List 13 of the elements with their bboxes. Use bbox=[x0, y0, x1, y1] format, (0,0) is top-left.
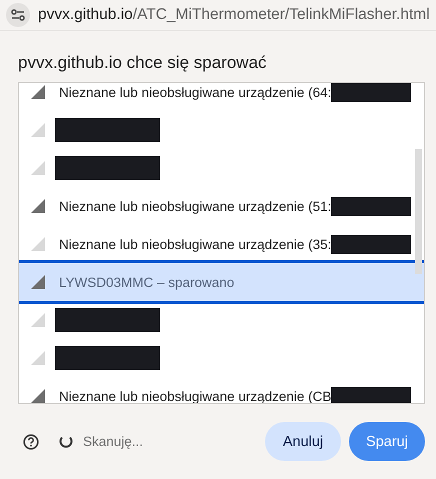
page-url: pvvx.github.io/ATC_MiThermometer/TelinkMiFlasher.html bbox=[38, 6, 430, 24]
device-item[interactable]: Nieznane lub nieobsługiwane urządzenie (51: bbox=[19, 187, 424, 225]
scrollbar-thumb[interactable] bbox=[415, 149, 422, 274]
device-item[interactable]: Nieznane lub nieobsługiwane urządzenie (64: bbox=[19, 83, 424, 111]
device-item[interactable]: Nieznane lub nieobsługiwane urządzenie (CB bbox=[19, 377, 424, 403]
scanning-status: Skanuję... bbox=[83, 434, 144, 449]
device-item[interactable]: Nieznane lub nieobsługiwane urządzenie (35: bbox=[19, 225, 424, 263]
device-item[interactable]: LYWSD03MMC – sparowano bbox=[19, 260, 424, 304]
dialog-title: pvvx.github.io chce się sparować bbox=[18, 53, 268, 73]
spinner-icon bbox=[59, 434, 73, 448]
cancel-button[interactable]: Anuluj bbox=[265, 422, 341, 461]
site-settings-icon[interactable] bbox=[6, 3, 30, 27]
help-icon[interactable] bbox=[23, 434, 39, 450]
